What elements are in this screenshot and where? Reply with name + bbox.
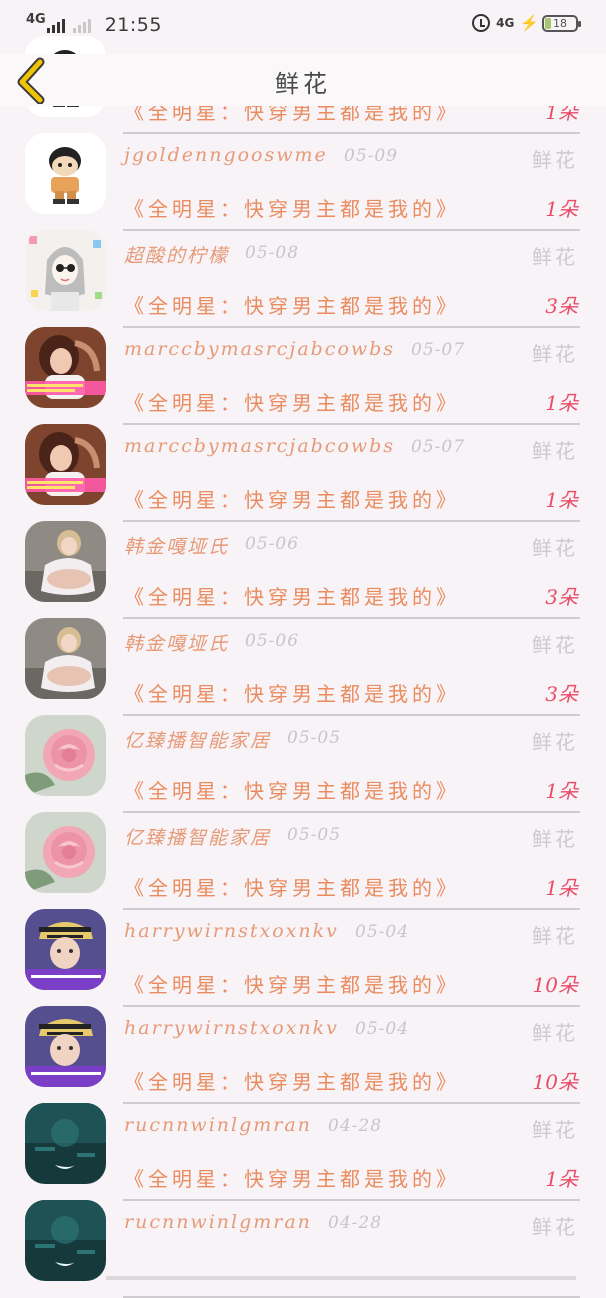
user-avatar[interactable] bbox=[25, 1200, 106, 1281]
user-avatar[interactable] bbox=[25, 133, 106, 214]
gift-date: 05-08 bbox=[245, 243, 300, 263]
gift-record-row[interactable]: rucnnwinlgmran 04-28 鲜花 《全明星：快穿男主都是我的》 1朵 bbox=[0, 1077, 606, 1201]
battery-level: 18 bbox=[553, 16, 567, 30]
gift-record-row[interactable]: 韩金嘎垭氏 05-06 鲜花 《全明星：快穿男主都是我的》 3朵 bbox=[0, 495, 606, 619]
gift-record-row[interactable]: marccbymasrcjabcowbs 05-07 鲜花 《全明星：快穿男主都是我的… bbox=[0, 398, 606, 522]
gift-type-label: 鲜花 bbox=[532, 439, 578, 463]
gift-date: 05-04 bbox=[355, 922, 410, 942]
gift-record-row[interactable]: harrywirnstxoxnkv 05-04 鲜花 《全明星：快穿男主都是我的》 10… bbox=[0, 980, 606, 1104]
gift-type-label: 鲜花 bbox=[532, 1021, 578, 1045]
user-avatar[interactable] bbox=[25, 909, 106, 990]
user-avatar[interactable] bbox=[25, 618, 106, 699]
gift-type-label: 鲜花 bbox=[532, 1215, 578, 1239]
sender-username: 韩金嘎垭氏 bbox=[124, 536, 230, 558]
gift-type-label: 鲜花 bbox=[532, 633, 578, 657]
gift-type-label: 鲜花 bbox=[532, 730, 578, 754]
sender-username: rucnnwinlgmran bbox=[124, 1211, 312, 1233]
sender-username: 亿臻播智能家居 bbox=[124, 827, 272, 849]
sender-username: 亿臻播智能家居 bbox=[124, 730, 272, 752]
gift-type-label: 鲜花 bbox=[532, 148, 578, 172]
gift-record-row[interactable]: marccbymasrcjabcowbs 05-07 鲜花 《全明星：快穿男主都是我的… bbox=[0, 301, 606, 425]
user-avatar[interactable] bbox=[25, 424, 106, 505]
gift-date: 05-06 bbox=[245, 534, 300, 554]
gift-record-row[interactable]: 亿臻播智能家居 05-05 鲜花 《全明星：快穿男主都是我的》 1朵 bbox=[0, 786, 606, 910]
user-avatar[interactable] bbox=[25, 1006, 106, 1087]
gift-record-row[interactable]: 亿臻播智能家居 05-05 鲜花 《全明星：快穿男主都是我的》 1朵 bbox=[0, 689, 606, 813]
sender-username: rucnnwinlgmran bbox=[124, 1114, 312, 1136]
gift-date: 05-05 bbox=[287, 728, 342, 748]
gift-date: 05-07 bbox=[411, 340, 466, 360]
gift-type-label: 鲜花 bbox=[532, 924, 578, 948]
user-avatar[interactable] bbox=[25, 1103, 106, 1184]
sender-username: harrywirnstxoxnkv bbox=[124, 920, 339, 942]
sender-username: jgoldenngooswme bbox=[124, 144, 328, 166]
gift-type-label: 鲜花 bbox=[532, 1118, 578, 1142]
gift-date: 05-07 bbox=[411, 437, 466, 457]
sender-username: marccbymasrcjabcowbs bbox=[124, 435, 396, 457]
gift-record-row[interactable]: 超酸的柠檬 05-08 鲜花 《全明星：快穿男主都是我的》 3朵 bbox=[0, 204, 606, 328]
bottom-scroll-hint bbox=[106, 1276, 576, 1280]
gift-record-row[interactable]: rucnnwinlgmran 04-28 鲜花 bbox=[0, 1174, 606, 1298]
user-avatar[interactable] bbox=[25, 812, 106, 893]
user-avatar[interactable] bbox=[25, 521, 106, 602]
user-avatar[interactable] bbox=[25, 715, 106, 796]
sender-username: 超酸的柠檬 bbox=[124, 245, 230, 267]
sender-username: harrywirnstxoxnkv bbox=[124, 1017, 339, 1039]
gift-record-row[interactable]: harrywirnstxoxnkv 05-04 鲜花 《全明星：快穿男主都是我的》 10… bbox=[0, 883, 606, 1007]
nav-bar: 鲜花 bbox=[0, 54, 606, 106]
sender-username: marccbymasrcjabcowbs bbox=[124, 338, 396, 360]
user-avatar[interactable] bbox=[25, 327, 106, 408]
gift-date: 05-05 bbox=[287, 825, 342, 845]
gift-type-label: 鲜花 bbox=[532, 245, 578, 269]
gift-date: 05-06 bbox=[245, 631, 300, 651]
gift-type-label: 鲜花 bbox=[532, 536, 578, 560]
gift-date: 05-09 bbox=[344, 146, 399, 166]
gift-date: 05-04 bbox=[355, 1019, 410, 1039]
sender-username: 韩金嘎垭氏 bbox=[124, 633, 230, 655]
gift-record-row[interactable]: 韩金嘎垭氏 05-06 鲜花 《全明星：快穿男主都是我的》 3朵 bbox=[0, 592, 606, 716]
gift-date: 04-28 bbox=[328, 1213, 383, 1233]
gift-date: 04-28 bbox=[328, 1116, 383, 1136]
gift-type-label: 鲜花 bbox=[532, 827, 578, 851]
gift-record-row[interactable]: jgoldenngooswme 05-09 鲜花 《全明星：快穿男主都是我的》 1朵 bbox=[0, 107, 606, 231]
page-title: 鲜花 bbox=[275, 70, 331, 98]
user-avatar[interactable] bbox=[25, 230, 106, 311]
gift-type-label: 鲜花 bbox=[532, 342, 578, 366]
